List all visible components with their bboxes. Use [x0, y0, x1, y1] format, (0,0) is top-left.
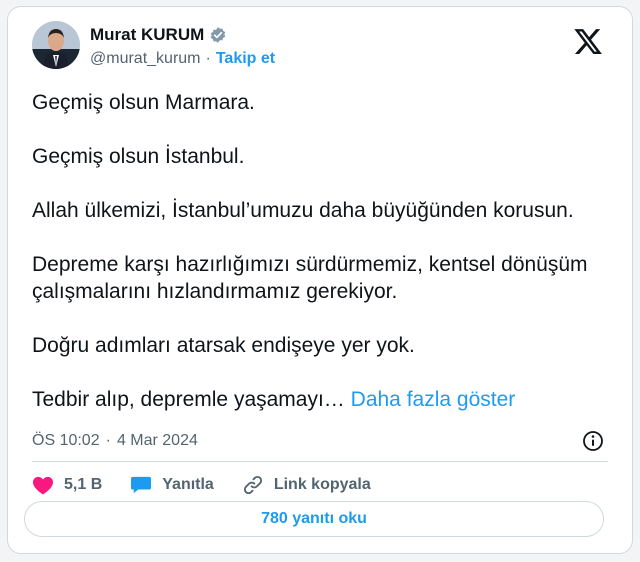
author-handle[interactable]: @murat_kurum	[90, 50, 201, 68]
tweet-paragraph-truncated: Tedbir alıp, depremle yaşamayı… Daha faz…	[32, 386, 612, 413]
tweet-paragraph: Allah ülkemizi, İstanbul’umuzu daha büyü…	[32, 199, 574, 222]
x-logo-icon[interactable]	[574, 29, 602, 55]
heart-icon	[33, 476, 53, 495]
info-icon[interactable]	[582, 430, 604, 452]
tweet-text: Geçmiş olsun Marmara. Geçmiş olsun İstan…	[32, 89, 612, 413]
verified-badge-icon	[209, 26, 227, 44]
read-replies-button[interactable]: 780 yanıtı oku	[24, 501, 604, 537]
link-icon	[243, 475, 262, 495]
author-name[interactable]: Murat KURUM	[90, 25, 204, 45]
tweet-time[interactable]: ÖS 10:02	[32, 432, 100, 450]
copy-link-button[interactable]: Link kopyala	[242, 474, 371, 496]
tweet-paragraph: Geçmiş olsun İstanbul.	[32, 145, 245, 168]
truncated-text: Tedbir alıp, depremle yaşamayı…	[32, 388, 345, 411]
follow-button[interactable]: Takip et	[216, 50, 275, 68]
tweet-paragraph: Depreme karşı hazırlığımızı sürdürmemiz,…	[32, 253, 588, 303]
show-more-link[interactable]: Daha fazla göster	[351, 388, 516, 411]
reply-bubble-icon	[131, 476, 152, 494]
tweet-date[interactable]: 4 Mar 2024	[117, 432, 198, 450]
copy-link-label: Link kopyala	[273, 476, 371, 493]
tweet-header: Murat KURUM @murat_kurum · Takip et	[32, 21, 608, 85]
tweet-paragraph: Geçmiş olsun Marmara.	[32, 91, 255, 114]
divider	[32, 461, 608, 462]
tweet-card: Murat KURUM @murat_kurum · Takip et Geçm…	[7, 6, 633, 554]
like-count: 5,1 B	[64, 476, 103, 493]
avatar[interactable]	[32, 21, 80, 69]
read-replies-label: 780 yanıtı oku	[261, 510, 367, 527]
separator: ·	[105, 432, 111, 449]
separator: ·	[205, 50, 211, 67]
reply-button[interactable]: Yanıtla	[130, 475, 214, 495]
reply-label: Yanıtla	[162, 476, 214, 493]
tweet-actions: 5,1 B Yanıtla Link kopyala	[32, 472, 399, 498]
like-button[interactable]: 5,1 B	[32, 475, 102, 495]
tweet-paragraph: Doğru adımları atarsak endişeye yer yok.	[32, 334, 415, 357]
tweet-timestamp: ÖS 10:02 · 4 Mar 2024	[32, 430, 604, 452]
